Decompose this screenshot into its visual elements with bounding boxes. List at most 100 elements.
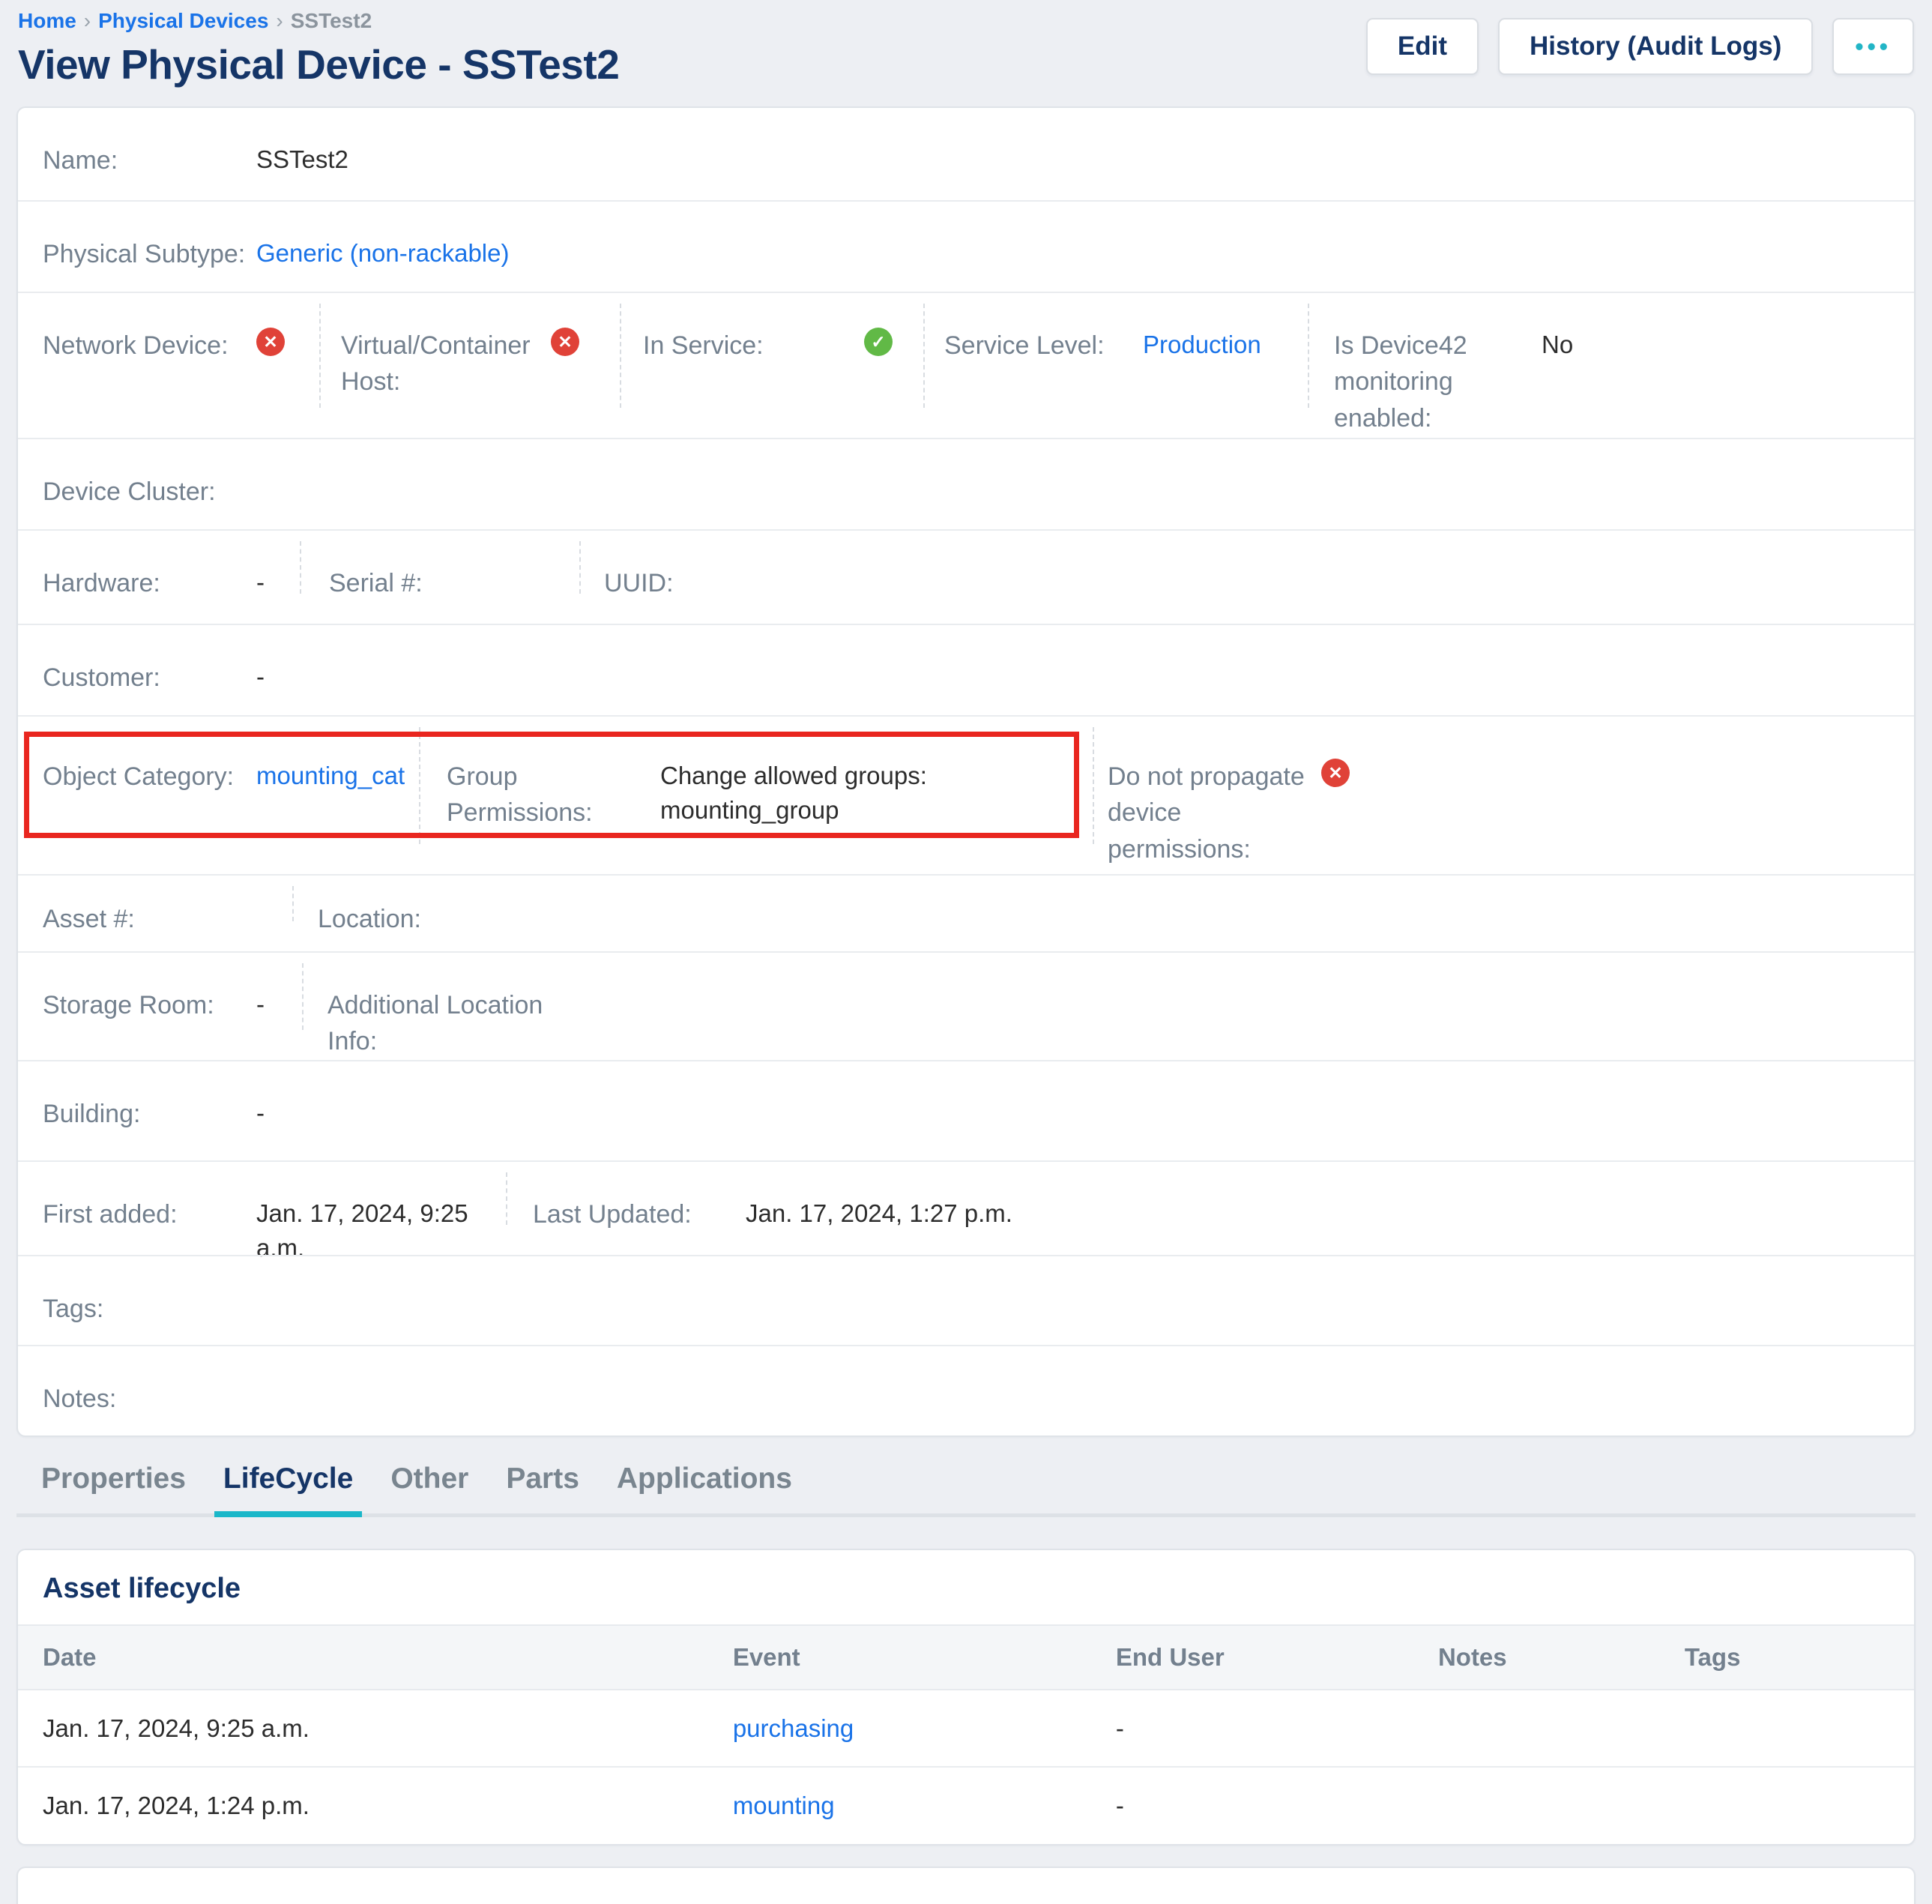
- column-header-date: Date: [18, 1625, 733, 1690]
- building-label: Building:: [43, 1096, 256, 1132]
- service-level-link[interactable]: Production: [1143, 328, 1261, 362]
- red-x-icon: [1321, 759, 1350, 787]
- breadcrumb-separator: ›: [84, 9, 91, 32]
- building-field: Building: -: [18, 1061, 1914, 1160]
- field-row-dates: First added: Jan. 17, 2024, 9:25 a.m. La…: [18, 1160, 1914, 1255]
- field-row-customer: Customer: -: [18, 624, 1914, 715]
- tab-other[interactable]: Other: [390, 1462, 468, 1513]
- device-cluster-field: Device Cluster:: [18, 439, 1914, 529]
- group-permissions-label: Group Permissions:: [447, 759, 660, 831]
- building-value: -: [256, 1096, 265, 1130]
- lifecycle-date: Jan. 17, 2024, 1:24 p.m.: [18, 1767, 733, 1844]
- network-device-label: Network Device:: [43, 328, 256, 364]
- field-row-physical-subtype: Physical Subtype: Generic (non-rackable): [18, 200, 1914, 292]
- field-row-storage: Storage Room: - Additional Location Info…: [18, 951, 1914, 1060]
- tab-applications[interactable]: Applications: [617, 1462, 792, 1513]
- more-actions-button[interactable]: •••: [1832, 18, 1914, 75]
- field-row-tags: Tags:: [18, 1255, 1914, 1345]
- in-service-label: In Service:: [643, 328, 864, 364]
- column-header-tags: Tags: [1685, 1625, 1914, 1690]
- physical-subtype-label: Physical Subtype:: [43, 236, 256, 272]
- field-row-permissions: Object Category: mounting_cat Group Perm…: [18, 715, 1914, 874]
- detail-tabs: Properties LifeCycle Other Parts Applica…: [16, 1462, 1916, 1517]
- first-added-label: First added:: [43, 1196, 256, 1232]
- last-updated-field: Last Updated: Jan. 17, 2024, 1:27 p.m.: [506, 1162, 1914, 1255]
- last-updated-value: Jan. 17, 2024, 1:27 p.m.: [746, 1196, 1012, 1231]
- column-header-event: Event: [733, 1625, 1116, 1690]
- d42-monitoring-field: Is Device42 monitoring enabled: No: [1308, 293, 1914, 438]
- network-device-field: Network Device:: [18, 293, 319, 438]
- object-category-label: Object Category:: [43, 759, 256, 795]
- d42-monitoring-value: No: [1542, 328, 1573, 362]
- object-category-link[interactable]: mounting_cat: [256, 759, 405, 793]
- lifecycle-notes: [1438, 1690, 1685, 1767]
- object-category-field: Object Category: mounting_cat: [18, 717, 419, 874]
- tab-parts[interactable]: Parts: [506, 1462, 579, 1513]
- name-value: SSTest2: [256, 142, 348, 177]
- name-label: Name:: [43, 142, 256, 178]
- group-permissions-field: Group Permissions: Change allowed groups…: [419, 717, 1093, 874]
- field-row-device-cluster: Device Cluster:: [18, 438, 1914, 529]
- asset-lifecycle-table: Date Event End User Notes Tags Jan. 17, …: [18, 1624, 1914, 1844]
- customer-label: Customer:: [43, 660, 256, 696]
- breadcrumb: Home › Physical Devices › SSTest2: [18, 9, 619, 33]
- group-permissions-value: Change allowed groups: mounting_group: [660, 759, 1093, 828]
- lifecycle-end-user: -: [1116, 1767, 1438, 1844]
- service-level-field: Service Level: Production: [923, 293, 1308, 438]
- green-check-icon: [864, 328, 893, 356]
- column-header-notes: Notes: [1438, 1625, 1685, 1690]
- history-audit-logs-button[interactable]: History (Audit Logs): [1498, 18, 1813, 75]
- device-detail-card: Name: SSTest2 Physical Subtype: Generic …: [16, 106, 1916, 1437]
- tags-label: Tags:: [43, 1291, 256, 1327]
- last-updated-label: Last Updated:: [533, 1196, 724, 1232]
- hardware-value: -: [256, 565, 265, 600]
- in-service-field: In Service:: [620, 293, 923, 438]
- next-section-card-stub: [16, 1867, 1916, 1904]
- no-propagate-label: Do not propagate device permissions:: [1108, 759, 1321, 867]
- tab-lifecycle[interactable]: LifeCycle: [223, 1462, 353, 1513]
- hardware-label: Hardware:: [43, 565, 256, 601]
- field-row-building: Building: -: [18, 1060, 1914, 1160]
- lifecycle-tags: [1685, 1767, 1914, 1844]
- lifecycle-event-link[interactable]: mounting: [733, 1792, 835, 1819]
- table-row: Jan. 17, 2024, 1:24 p.m. mounting -: [18, 1767, 1914, 1844]
- serial-label: Serial #:: [329, 565, 543, 601]
- serial-field: Serial #:: [300, 531, 579, 624]
- physical-subtype-field: Physical Subtype: Generic (non-rackable): [18, 202, 1914, 292]
- page-title: View Physical Device - SSTest2: [18, 40, 619, 88]
- d42-monitoring-label: Is Device42 monitoring enabled:: [1334, 328, 1521, 436]
- lifecycle-end-user: -: [1116, 1690, 1438, 1767]
- field-row-asset: Asset #: Location:: [18, 874, 1914, 951]
- additional-location-info-label: Additional Location Info:: [327, 987, 552, 1060]
- red-x-icon: [551, 328, 579, 356]
- name-field: Name: SSTest2: [18, 108, 1914, 200]
- breadcrumb-home-link[interactable]: Home: [18, 9, 76, 32]
- notes-field: Notes:: [18, 1346, 1914, 1435]
- lifecycle-event-link[interactable]: purchasing: [733, 1714, 854, 1742]
- column-header-end-user: End User: [1116, 1625, 1438, 1690]
- breadcrumb-separator: ›: [276, 9, 283, 32]
- asset-lifecycle-heading: Asset lifecycle: [18, 1550, 1914, 1624]
- breadcrumb-physical-devices-link[interactable]: Physical Devices: [98, 9, 268, 32]
- notes-label: Notes:: [43, 1381, 256, 1417]
- tab-properties[interactable]: Properties: [41, 1462, 186, 1513]
- edit-button[interactable]: Edit: [1366, 18, 1479, 75]
- virtual-container-host-label: Virtual/Container Host:: [341, 328, 551, 400]
- breadcrumb-current: SSTest2: [291, 9, 372, 32]
- no-propagate-field: Do not propagate device permissions:: [1093, 717, 1914, 874]
- asset-number-label: Asset #:: [43, 901, 256, 937]
- uuid-label: UUID:: [604, 565, 818, 601]
- field-row-status: Network Device: Virtual/Container Host: …: [18, 292, 1914, 438]
- customer-value: -: [256, 660, 265, 694]
- storage-room-label: Storage Room:: [43, 987, 256, 1023]
- field-row-name: Name: SSTest2: [18, 108, 1914, 200]
- service-level-label: Service Level:: [944, 328, 1143, 364]
- red-x-icon: [256, 328, 285, 356]
- lifecycle-notes: [1438, 1767, 1685, 1844]
- lifecycle-date: Jan. 17, 2024, 9:25 a.m.: [18, 1690, 733, 1767]
- uuid-field: UUID:: [579, 531, 1914, 624]
- table-row: Jan. 17, 2024, 9:25 a.m. purchasing -: [18, 1690, 1914, 1767]
- physical-subtype-link[interactable]: Generic (non-rackable): [256, 236, 509, 271]
- virtual-container-host-field: Virtual/Container Host:: [319, 293, 620, 438]
- location-label: Location:: [318, 901, 531, 937]
